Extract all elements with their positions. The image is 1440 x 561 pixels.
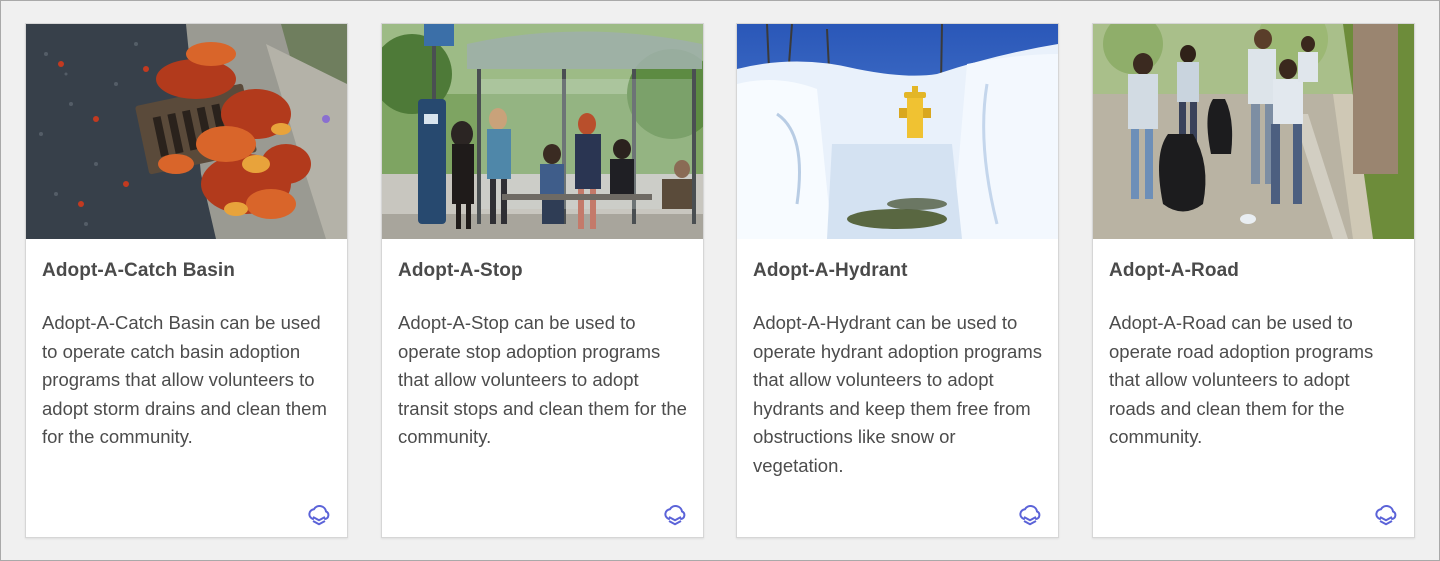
card-description: Adopt-A-Road can be used to operate road…	[1109, 312, 1374, 448]
card-description: Adopt-A-Catch Basin can be used to opera…	[42, 312, 327, 448]
cloud-layers-icon[interactable]	[307, 505, 331, 527]
card-title[interactable]: Adopt-A-Catch Basin	[42, 260, 235, 282]
card-description: Adopt-A-Stop can be used to operate stop…	[398, 312, 687, 448]
cloud-layers-icon[interactable]	[663, 505, 687, 527]
app-gallery: Adopt-A-Catch Basin Adopt-A-Catch Basin …	[0, 0, 1440, 561]
app-card-hydrant[interactable]: Adopt-A-Hydrant Adopt-A-Hydrant can be u…	[736, 23, 1059, 538]
card-title[interactable]: Adopt-A-Stop	[398, 260, 523, 282]
card-title[interactable]: Adopt-A-Road	[1109, 260, 1239, 282]
app-card-catch-basin[interactable]: Adopt-A-Catch Basin Adopt-A-Catch Basin …	[25, 23, 348, 538]
card-thumbnail-catch-basin[interactable]	[26, 24, 347, 239]
card-thumbnail-road[interactable]	[1093, 24, 1414, 239]
app-card-road[interactable]: Adopt-A-Road Adopt-A-Road can be used to…	[1092, 23, 1415, 538]
card-title[interactable]: Adopt-A-Hydrant	[753, 260, 908, 282]
cloud-layers-icon[interactable]	[1018, 505, 1042, 527]
card-thumbnail-stop[interactable]	[382, 24, 703, 239]
app-card-stop[interactable]: Adopt-A-Stop Adopt-A-Stop can be used to…	[381, 23, 704, 538]
cloud-layers-icon[interactable]	[1374, 505, 1398, 527]
card-thumbnail-hydrant[interactable]	[737, 24, 1058, 239]
card-description: Adopt-A-Hydrant can be used to operate h…	[753, 312, 1042, 476]
